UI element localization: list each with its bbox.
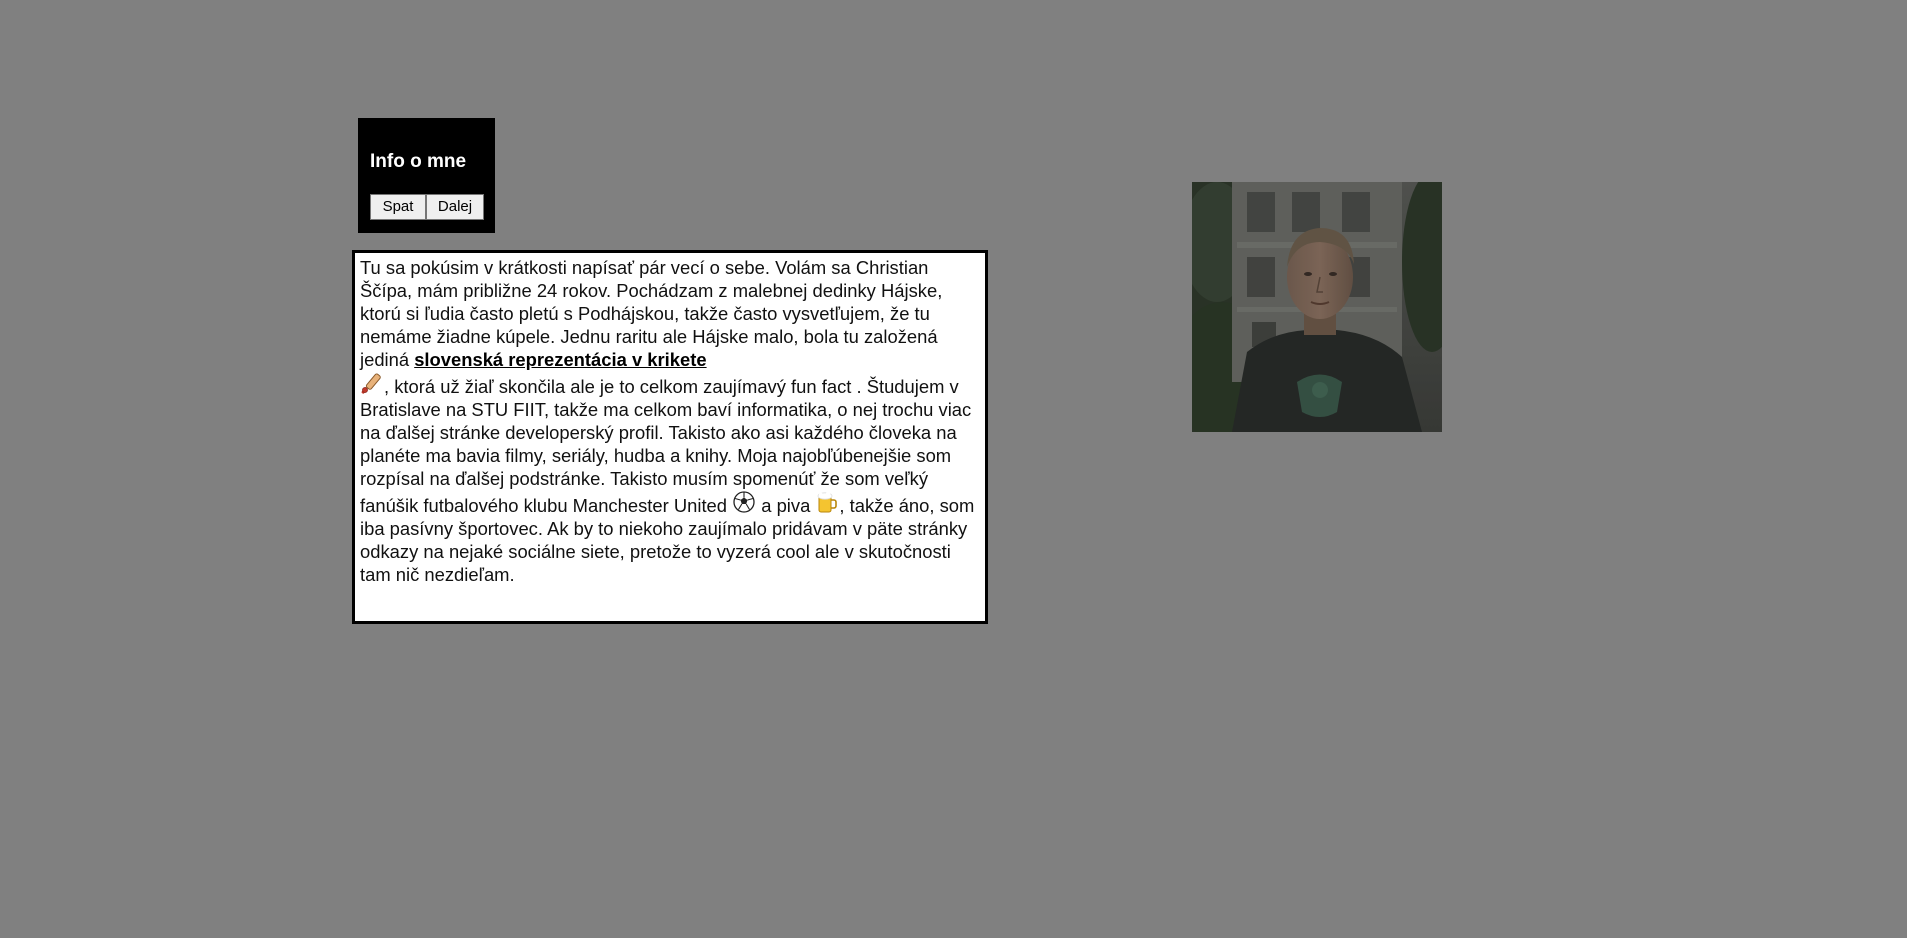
header-box: Info o mne Spat Dalej bbox=[358, 118, 495, 233]
bio-text-part3: a piva bbox=[756, 495, 816, 516]
portrait-photo bbox=[1192, 182, 1442, 432]
cricket-link[interactable]: slovenská reprezentácia v krikete bbox=[414, 349, 706, 370]
soccer-ball-icon bbox=[732, 490, 756, 514]
next-button[interactable]: Dalej bbox=[426, 194, 484, 220]
page-title: Info o mne bbox=[370, 151, 467, 172]
bio-paragraph: Tu sa pokúsim v krátkosti napísať pár ve… bbox=[360, 256, 979, 586]
bio-text-box: Tu sa pokúsim v krátkosti napísať pár ve… bbox=[352, 250, 988, 624]
beer-icon bbox=[815, 490, 839, 514]
page: Info o mne Spat Dalej Tu sa pokúsim v kr… bbox=[0, 0, 1907, 938]
nav-buttons: Spat Dalej bbox=[370, 194, 484, 220]
back-button[interactable]: Spat bbox=[370, 194, 426, 220]
cricket-icon bbox=[360, 371, 384, 395]
